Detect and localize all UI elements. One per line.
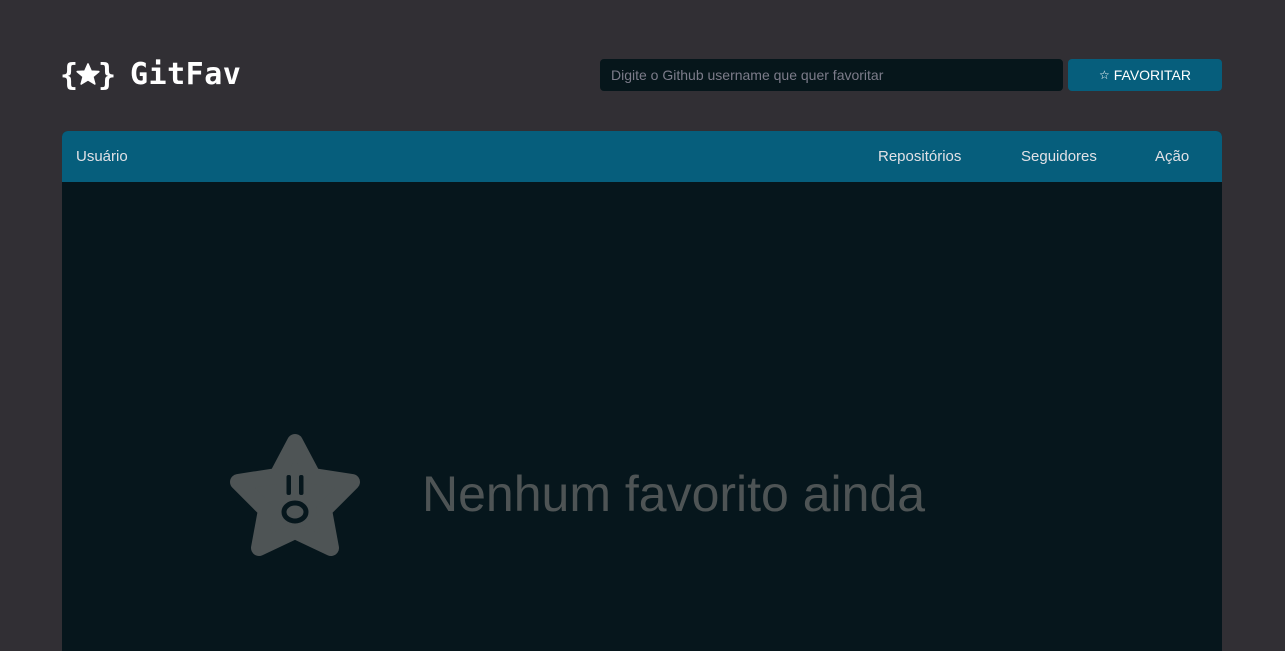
logo-title: GitFav: [130, 57, 242, 92]
favorite-button[interactable]: ☆ FAVORITAR: [1068, 59, 1222, 91]
logo-braces-star-icon: { }: [60, 58, 116, 92]
column-header-action: Ação: [1155, 148, 1190, 165]
column-header-repositories: Repositórios: [878, 148, 962, 165]
svg-text:{: {: [60, 58, 78, 92]
empty-state: Nenhum favorito ainda: [62, 182, 1222, 651]
app-logo[interactable]: { } GitFav: [60, 56, 241, 94]
column-header-user: Usuário: [76, 148, 128, 165]
app-header: { } GitFav ☆ FAVORITAR: [0, 0, 1285, 131]
column-header-followers: Seguidores: [1021, 148, 1097, 165]
svg-text:}: }: [98, 58, 116, 92]
table-header: Usuário Repositórios Seguidores Ação: [62, 131, 1222, 182]
favorites-table: Usuário Repositórios Seguidores Ação Nen…: [62, 131, 1222, 651]
surprised-star-icon: [230, 434, 360, 556]
star-icon: ☆: [1098, 68, 1110, 82]
empty-state-message: Nenhum favorito ainda: [422, 466, 926, 522]
favorite-button-label: FAVORITAR: [1113, 67, 1192, 83]
username-search-input[interactable]: [600, 59, 1063, 91]
